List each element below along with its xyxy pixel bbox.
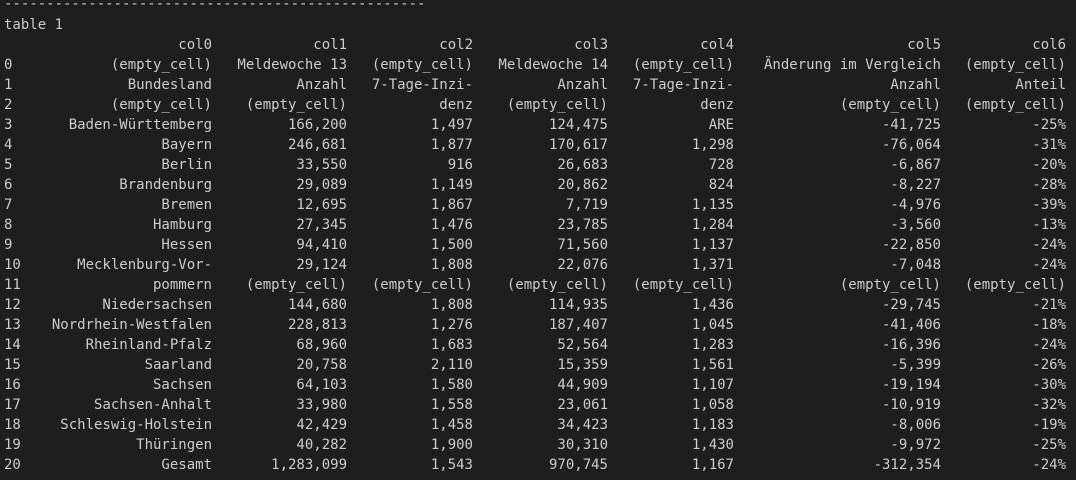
table-row: 14 Rheinland-Pfalz 68,960 1,683 52,564 1,283-…	[0, 335, 1076, 355]
table-row: 4 Bayern 246,681 1,877 170,617 1,298 -76,064 -3…	[0, 135, 1076, 155]
table-cell: 1,298	[691, 137, 734, 153]
table-cell: 1,137	[691, 237, 734, 253]
column-header: col6	[1032, 37, 1066, 53]
table-cell: -28%	[1032, 177, 1066, 193]
table-cell: -31%	[1032, 137, 1066, 153]
separator-line: ----------------------------------------…	[4, 0, 426, 12]
table-cell: 1,436	[691, 297, 734, 313]
table-cell: 824	[708, 177, 734, 193]
table-cell: -24%	[1032, 257, 1066, 273]
table-row: 12 Niedersachsen 144,680 1,808 114,935 1,436-…	[0, 295, 1076, 315]
table-row: 13 Nordrhein-Westfalen 228,813 1,276 187,407…	[0, 315, 1076, 335]
table-cell: -30%	[1032, 377, 1066, 393]
table-cell: 1,183	[691, 417, 734, 433]
table-row: 9 Hessen 94,410 1,500 71,560 1,137 -22,850 -24%	[0, 235, 1076, 255]
table-cell: 1,107	[691, 377, 734, 393]
table-row: 8 Hamburg 27,345 1,476 23,785 1,284 -3,560 -13%	[0, 215, 1076, 235]
table-cell: 1,283	[691, 337, 734, 353]
table-cell: -24%	[1032, 457, 1066, 473]
table-cell: denz	[700, 97, 734, 113]
table-cell: -18%	[1032, 317, 1066, 333]
table-cell: (empty_cell)	[964, 97, 1066, 113]
table-row: 20 Gesamt 1,283,099 1,543 970,745 1,167 -312,3…	[0, 455, 1076, 475]
column-header: col4	[700, 37, 734, 53]
table-cell: -25%	[1032, 437, 1066, 453]
table-row: 5 Berlin 33,550 916 26,683 728 -6,867 -20%	[0, 155, 1076, 175]
table-cell: -25%	[1032, 117, 1066, 133]
table-cell: 1,167	[691, 457, 734, 473]
table-cell: 7-Tage-Inzi-	[632, 77, 734, 93]
table-row: 0 (empty_cell) Meldewoche 13 (empty_cell) Me…	[0, 55, 1076, 75]
table-row: 3 Baden-Württemberg 166,200 1,497 124,475 ARE…	[0, 115, 1076, 135]
table-cell: Anteil	[1015, 77, 1066, 93]
table-cell: 1,045	[691, 317, 734, 333]
table-row: 15 Saarland 20,758 2,110 15,359 1,561 -5,399 -2…	[0, 355, 1076, 375]
table-cell: 728	[708, 157, 734, 173]
table-row: 1 Bundesland Anzahl 7-Tage-Inzi- Anzahl 7-Tag…	[0, 75, 1076, 95]
table-header-row: col0 col1 col2 col3 col4 col5 col6	[0, 35, 1076, 55]
table-cell: -21%	[1032, 297, 1066, 313]
table-cell: 1,284	[691, 217, 734, 233]
table-row: 7 Bremen 12,695 1,867 7,719 1,135 -4,976 -39%	[0, 195, 1076, 215]
table-row: 17 Sachsen-Anhalt 33,980 1,558 23,061 1,058 -1…	[0, 395, 1076, 415]
table-row: 6 Brandenburg 29,089 1,149 20,862 824 -8,227 -2…	[0, 175, 1076, 195]
table-cell: -19%	[1032, 417, 1066, 433]
table-cell: -26%	[1032, 357, 1066, 373]
table-row: 19 Thüringen 40,282 1,900 30,310 1,430 -9,972-…	[0, 435, 1076, 455]
table-cell: -20%	[1032, 157, 1066, 173]
table-cell: 1,371	[691, 257, 734, 273]
table-cell: ARE	[708, 117, 734, 133]
table-cell: 1,135	[691, 197, 734, 213]
terminal-output: ----------------------------------------…	[0, 0, 1076, 480]
table-cell: -39%	[1032, 197, 1066, 213]
table-cell: -24%	[1032, 237, 1066, 253]
table-caption: table 1	[4, 17, 64, 33]
table-row: 2 (empty_cell) (empty_cell) denz (empty_cell…	[0, 95, 1076, 115]
table-cell: (empty_cell)	[964, 277, 1066, 293]
table-cell: -24%	[1032, 337, 1066, 353]
table-cell: 1,561	[691, 357, 734, 373]
table-row: 16 Sachsen 64,103 1,580 44,909 1,107 -19,194 -3…	[0, 375, 1076, 395]
table-cell: 1,058	[691, 397, 734, 413]
table-row: 18 Schleswig-Holstein 42,429 1,458 34,423 1,1…	[0, 415, 1076, 435]
table-cell: (empty_cell)	[964, 57, 1066, 73]
table-cell: -13%	[1032, 217, 1066, 233]
table-row: 11 pommern (empty_cell) (empty_cell) (empty_…	[0, 275, 1076, 295]
table-cell: -32%	[1032, 397, 1066, 413]
table-cell: 1,430	[691, 437, 734, 453]
table-cell: (empty_cell)	[632, 277, 734, 293]
table-cell: (empty_cell)	[632, 57, 734, 73]
table-row: 10 Mecklenburg-Vor- 29,124 1,808 22,076 1,371…	[0, 255, 1076, 275]
